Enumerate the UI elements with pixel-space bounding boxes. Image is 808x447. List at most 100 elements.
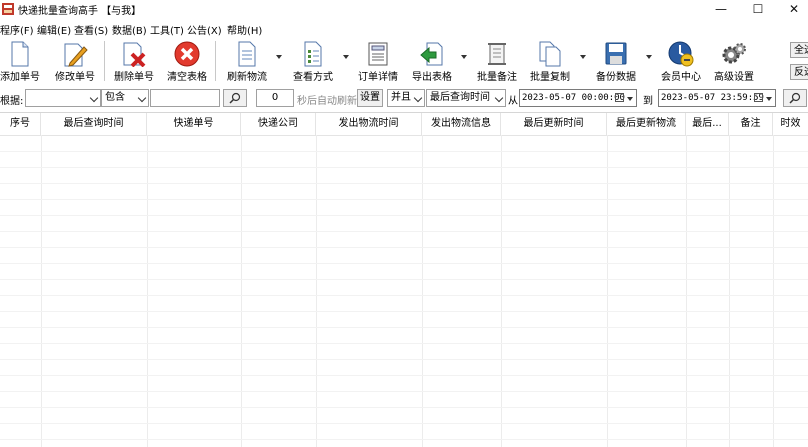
dropdown-arrow-icon	[766, 97, 772, 101]
search-button[interactable]	[223, 89, 247, 107]
column-header-ship-time[interactable]: 发出物流时间	[316, 113, 422, 135]
invert-selection-button[interactable]: 反选	[790, 64, 808, 80]
delete-tracking-button[interactable]: 删除单号	[112, 37, 156, 83]
batch-copy-dropdown-arrow[interactable]	[580, 55, 586, 59]
clear-x-icon	[174, 41, 200, 67]
row-divider	[0, 359, 808, 360]
delete-document-icon	[123, 42, 146, 67]
menu-bar: 程序(F) 编辑(E) 查看(S) 数据(B) 工具(T) 公告(X) 帮助(H…	[0, 20, 808, 37]
end-datetime-picker[interactable]: 2023-05-07 23:59:59	[658, 89, 776, 107]
filter-by-label: 根据:	[0, 96, 24, 107]
keyword-input[interactable]	[150, 89, 220, 107]
from-label: 从	[508, 96, 518, 107]
order-detail-button[interactable]: 订单详情	[356, 37, 400, 83]
column-divider	[147, 135, 148, 447]
minimize-button[interactable]: —	[706, 0, 736, 18]
column-header-timeliness[interactable]: 时效	[773, 113, 808, 135]
row-divider	[0, 167, 808, 168]
menu-notice[interactable]: 公告(X)	[187, 22, 222, 37]
row-divider	[0, 295, 808, 296]
row-divider	[0, 151, 808, 152]
batch-note-button[interactable]: 批量备注	[474, 37, 520, 83]
menu-tools[interactable]: 工具(T)	[150, 22, 184, 37]
match-mode-select[interactable]: 包含	[101, 89, 149, 107]
menu-help[interactable]: 帮助(H)	[227, 22, 262, 37]
column-header-last-query-time[interactable]: 最后查询时间	[41, 113, 147, 135]
view-mode-button[interactable]: 查看方式	[290, 37, 336, 83]
column-divider	[241, 135, 242, 447]
search-icon	[789, 92, 801, 104]
auto-refresh-settings-button[interactable]: 设置	[357, 89, 383, 107]
chevron-down-icon	[89, 93, 99, 103]
close-button[interactable]: ✕	[779, 0, 808, 18]
document-lines-icon	[238, 41, 256, 67]
menu-data[interactable]: 数据(B)	[112, 22, 147, 37]
member-center-button[interactable]: 会员中心	[658, 37, 704, 83]
detail-form-icon	[368, 42, 388, 66]
column-header-ship-info[interactable]: 发出物流信息	[422, 113, 501, 135]
select-all-button[interactable]: 全选	[790, 42, 808, 58]
column-divider	[607, 135, 608, 447]
toolbar-separator	[104, 41, 105, 81]
chevron-down-icon	[494, 93, 504, 103]
row-divider	[0, 343, 808, 344]
backup-dropdown-arrow[interactable]	[646, 55, 652, 59]
date-search-button[interactable]	[783, 89, 807, 107]
time-field-select[interactable]: 最后查询时间	[426, 89, 506, 107]
column-header-index[interactable]: 序号	[0, 113, 41, 135]
toolbar-separator	[215, 41, 216, 81]
table-header: 序号 最后查询时间 快递单号 快递公司 发出物流时间 发出物流信息 最后更新时间…	[0, 113, 808, 136]
member-clock-icon	[668, 41, 694, 67]
row-divider	[0, 231, 808, 232]
column-divider	[422, 135, 423, 447]
auto-refresh-seconds-input[interactable]: 0	[256, 89, 294, 107]
copy-documents-icon	[539, 41, 561, 67]
floppy-disk-icon	[605, 42, 627, 65]
backup-data-button[interactable]: 备份数据	[593, 37, 639, 83]
column-divider	[316, 135, 317, 447]
maximize-button[interactable]: ☐	[743, 0, 773, 18]
window-title: 快递批量查询高手 【与我】	[18, 6, 142, 17]
tracking-table[interactable]: 序号 最后查询时间 快递单号 快递公司 发出物流时间 发出物流信息 最后更新时间…	[0, 112, 808, 447]
batch-copy-button[interactable]: 批量复制	[527, 37, 573, 83]
column-header-courier[interactable]: 快递公司	[241, 113, 316, 135]
column-header-last-update-time[interactable]: 最后更新时间	[501, 113, 607, 135]
new-document-icon	[11, 41, 29, 67]
advanced-settings-button[interactable]: 高级设置	[711, 37, 757, 83]
refresh-logistics-button[interactable]: 刷新物流	[224, 37, 270, 83]
edit-document-icon	[64, 43, 88, 67]
export-table-button[interactable]: 导出表格	[410, 37, 454, 83]
column-divider	[41, 135, 42, 447]
row-divider	[0, 263, 808, 264]
title-bar: 快递批量查询高手 【与我】 — ☐ ✕	[0, 0, 808, 18]
column-header-last-update-logistics[interactable]: 最后更新物流	[607, 113, 686, 135]
menu-edit[interactable]: 编辑(E)	[37, 22, 71, 37]
row-divider	[0, 423, 808, 424]
edit-tracking-button[interactable]: 修改单号	[54, 37, 96, 83]
clear-table-button[interactable]: 清空表格	[165, 37, 209, 83]
filter-field-select[interactable]	[25, 89, 101, 107]
column-header-tracking-number[interactable]: 快递单号	[147, 113, 241, 135]
add-tracking-button[interactable]: 添加单号	[0, 37, 40, 83]
export-dropdown-arrow[interactable]	[461, 55, 467, 59]
filter-bar: 根据: 包含 0 秒后自动刷新 设置 并且 最后查询时间 从 2023-05-0…	[0, 88, 808, 110]
auto-refresh-label: 秒后自动刷新	[297, 96, 357, 107]
column-header-last-status[interactable]: 最后...	[686, 113, 729, 135]
column-divider	[773, 135, 774, 447]
row-divider	[0, 311, 808, 312]
calendar-icon	[615, 93, 624, 102]
note-scroll-icon	[488, 43, 506, 65]
column-divider	[686, 135, 687, 447]
row-divider	[0, 279, 808, 280]
menu-view[interactable]: 查看(S)	[74, 22, 108, 37]
row-divider	[0, 439, 808, 440]
view-mode-dropdown-arrow[interactable]	[343, 55, 349, 59]
menu-program[interactable]: 程序(F)	[0, 22, 34, 37]
to-label: 到	[643, 96, 653, 107]
refresh-dropdown-arrow[interactable]	[276, 55, 282, 59]
column-header-note[interactable]: 备注	[729, 113, 773, 135]
logic-operator-select[interactable]: 并且	[387, 89, 425, 107]
toolbar: 添加单号 修改单号 删除单号 清空表格 刷新物流 查看方式 订单详情 导出表格 …	[0, 37, 808, 85]
start-datetime-picker[interactable]: 2023-05-07 00:00:00	[519, 89, 637, 107]
column-divider	[501, 135, 502, 447]
